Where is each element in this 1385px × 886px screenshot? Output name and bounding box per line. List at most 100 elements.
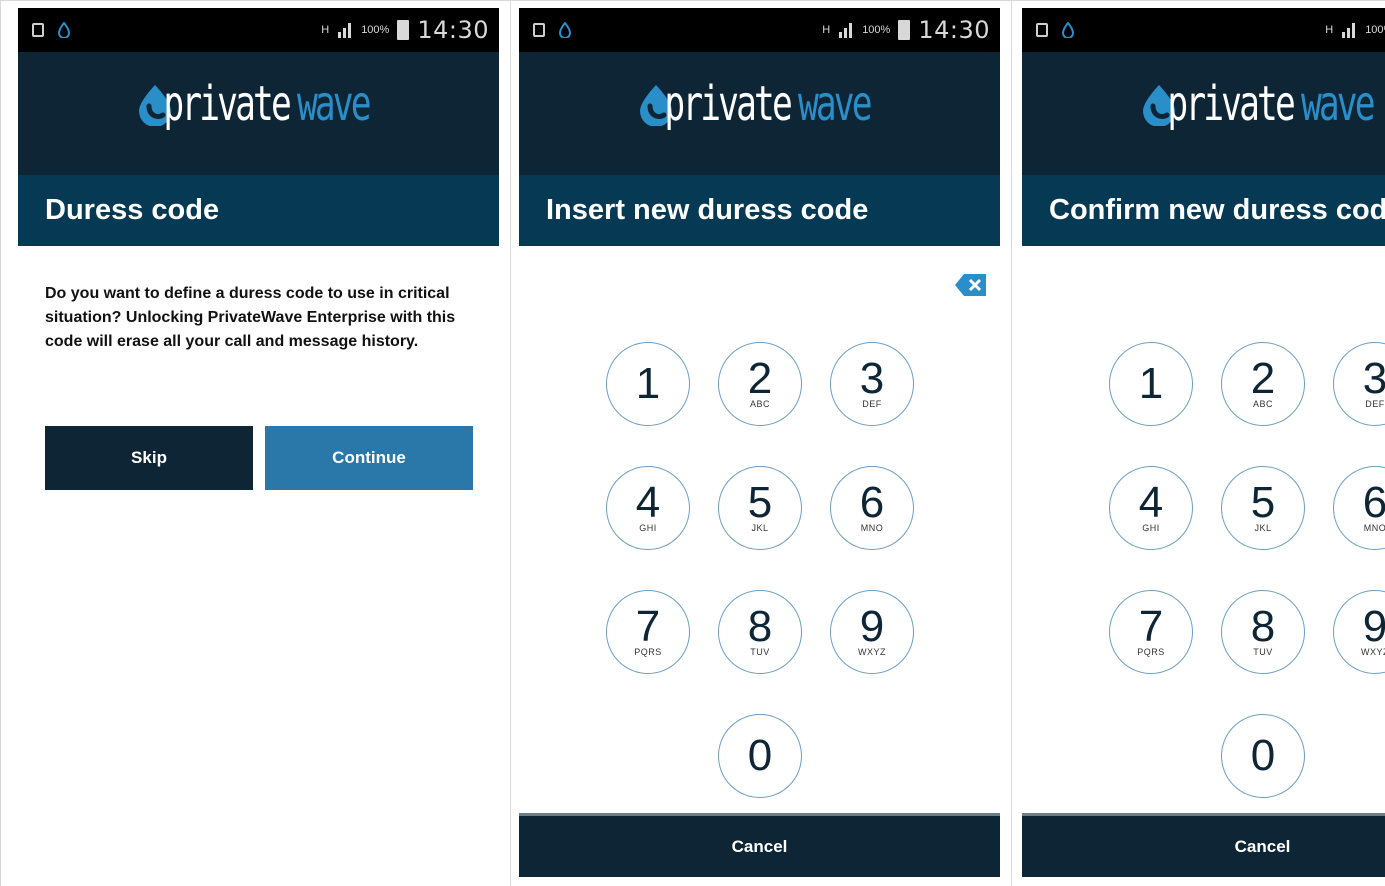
key-digit: 7 bbox=[1138, 602, 1164, 651]
network-icon: H bbox=[822, 24, 831, 36]
key-digit: 1 bbox=[635, 359, 661, 408]
key-digit: 3 bbox=[1362, 354, 1385, 403]
key-6[interactable]: 6 MNO bbox=[830, 466, 914, 550]
key-letters: TUV bbox=[750, 647, 770, 657]
key-3[interactable]: 3 DEF bbox=[830, 342, 914, 426]
key-digit: 5 bbox=[747, 478, 773, 527]
gallery-icon bbox=[1036, 23, 1048, 37]
battery-percent: 100% bbox=[1365, 24, 1385, 36]
battery-icon bbox=[397, 20, 410, 40]
skip-button[interactable]: Skip bbox=[45, 426, 253, 490]
screen-title-bar: Duress code bbox=[18, 175, 499, 246]
intro-content: Do you want to define a duress code to u… bbox=[18, 246, 499, 886]
backspace-icon[interactable] bbox=[954, 273, 988, 297]
key-letters: WXYZ bbox=[1361, 647, 1385, 657]
key-6[interactable]: 6 MNO bbox=[1333, 466, 1385, 550]
key-digit: 8 bbox=[1250, 602, 1276, 651]
key-letters: GHI bbox=[639, 523, 657, 533]
key-2[interactable]: 2 ABC bbox=[1221, 342, 1305, 426]
key-letters: DEF bbox=[1365, 399, 1385, 409]
logo-wave-text: wave bbox=[296, 76, 372, 132]
key-5[interactable]: 5 JKL bbox=[718, 466, 802, 550]
app-header: private wave bbox=[18, 52, 499, 175]
gallery-icon bbox=[32, 23, 44, 37]
panel-duress-intro: H 100% 14:30 private wave Duress code Do… bbox=[0, 0, 511, 886]
screen-title: Duress code bbox=[45, 194, 220, 226]
screen-title-bar: Insert new duress code bbox=[519, 175, 1000, 246]
status-time: 14:30 bbox=[918, 16, 990, 44]
key-digit: 2 bbox=[747, 354, 773, 403]
logo-wave-text: wave bbox=[1300, 76, 1376, 132]
key-4[interactable]: 4 GHI bbox=[1109, 466, 1193, 550]
duress-description: Do you want to define a duress code to u… bbox=[45, 285, 456, 350]
phone-screen: H 100% 14:30 private wave Confirm new du… bbox=[1022, 8, 1385, 886]
cancel-button[interactable]: Cancel bbox=[519, 813, 1000, 877]
privatewave-logo: private wave bbox=[1022, 80, 1385, 128]
phone-screen: H 100% 14:30 private wave Insert new dur… bbox=[519, 8, 1000, 886]
signal-icon bbox=[839, 23, 853, 38]
keypad: 1 2 ABC 3 DEF 4 GHI 5 JKL 6 MNO 7 PQRS 8 TUV 9W… bbox=[1109, 342, 1385, 802]
phone-screen: H 100% 14:30 private wave Duress code Do… bbox=[18, 8, 499, 886]
key-digit: 6 bbox=[1362, 478, 1385, 527]
privatewave-drop-icon bbox=[559, 22, 571, 38]
logo-private-text: private bbox=[1166, 76, 1295, 132]
key-9[interactable]: 9WXYZ bbox=[830, 590, 914, 674]
privatewave-logo: private wave bbox=[18, 80, 499, 128]
cancel-label: Cancel bbox=[731, 836, 788, 856]
panel-insert-code: H 100% 14:30 private wave Insert new dur… bbox=[510, 0, 1012, 886]
key-8[interactable]: 8 TUV bbox=[718, 590, 802, 674]
key-digit: 0 bbox=[747, 731, 773, 780]
keypad: 1 2 ABC 3 DEF 4 GHI 5 JKL 6 MNO 7 PQRS 8 TUV 9W… bbox=[606, 342, 916, 802]
cancel-button[interactable]: Cancel bbox=[1022, 813, 1385, 877]
continue-button[interactable]: Continue bbox=[265, 426, 473, 490]
key-letters: ABC bbox=[749, 399, 770, 409]
key-0[interactable]: 0 bbox=[718, 714, 802, 798]
key-7[interactable]: 7 PQRS bbox=[606, 590, 690, 674]
key-letters: MNO bbox=[1363, 523, 1385, 533]
key-4[interactable]: 4 GHI bbox=[606, 466, 690, 550]
key-digit: 5 bbox=[1250, 478, 1276, 527]
key-letters: JKL bbox=[1254, 523, 1272, 533]
key-9[interactable]: 9WXYZ bbox=[1333, 590, 1385, 674]
key-letters: DEF bbox=[862, 399, 882, 409]
key-letters: PQRS bbox=[1137, 647, 1165, 657]
key-digit: 6 bbox=[859, 478, 885, 527]
privatewave-drop-icon bbox=[58, 22, 70, 38]
key-digit: 7 bbox=[635, 602, 661, 651]
gallery-icon bbox=[533, 23, 545, 37]
key-5[interactable]: 5 JKL bbox=[1221, 466, 1305, 550]
key-2[interactable]: 2 ABC bbox=[718, 342, 802, 426]
logo-private-text: private bbox=[162, 76, 291, 132]
app-header: private wave bbox=[519, 52, 1000, 175]
key-digit: 0 bbox=[1250, 731, 1276, 780]
network-icon: H bbox=[321, 24, 330, 36]
key-8[interactable]: 8 TUV bbox=[1221, 590, 1305, 674]
key-letters: ABC bbox=[1252, 399, 1273, 409]
privatewave-drop-icon bbox=[1062, 22, 1074, 38]
key-1[interactable]: 1 bbox=[1109, 342, 1193, 426]
cancel-label: Cancel bbox=[1234, 836, 1291, 856]
key-digit: 1 bbox=[1138, 359, 1164, 408]
key-7[interactable]: 7 PQRS bbox=[1109, 590, 1193, 674]
network-icon: H bbox=[1325, 24, 1334, 36]
signal-icon bbox=[1342, 23, 1356, 38]
key-letters: JKL bbox=[751, 523, 769, 533]
battery-percent: 100% bbox=[361, 24, 390, 36]
key-letters: MNO bbox=[860, 523, 884, 533]
screen-title: Confirm new duress code bbox=[1049, 194, 1385, 226]
key-letters: PQRS bbox=[634, 647, 662, 657]
app-header: private wave bbox=[1022, 52, 1385, 175]
key-1[interactable]: 1 bbox=[606, 342, 690, 426]
screen-title: Insert new duress code bbox=[546, 194, 869, 226]
screen-title-bar: Confirm new duress code bbox=[1022, 175, 1385, 246]
key-0[interactable]: 0 bbox=[1221, 714, 1305, 798]
status-bar: H 100% 14:30 bbox=[1022, 8, 1385, 52]
key-digit: 3 bbox=[859, 354, 885, 403]
key-letters: GHI bbox=[1142, 523, 1160, 533]
key-digit: 2 bbox=[1250, 354, 1276, 403]
key-3[interactable]: 3 DEF bbox=[1333, 342, 1385, 426]
signal-icon bbox=[338, 23, 352, 38]
logo-wave-text: wave bbox=[797, 76, 873, 132]
battery-icon bbox=[898, 20, 911, 40]
key-digit: 9 bbox=[1362, 602, 1385, 651]
